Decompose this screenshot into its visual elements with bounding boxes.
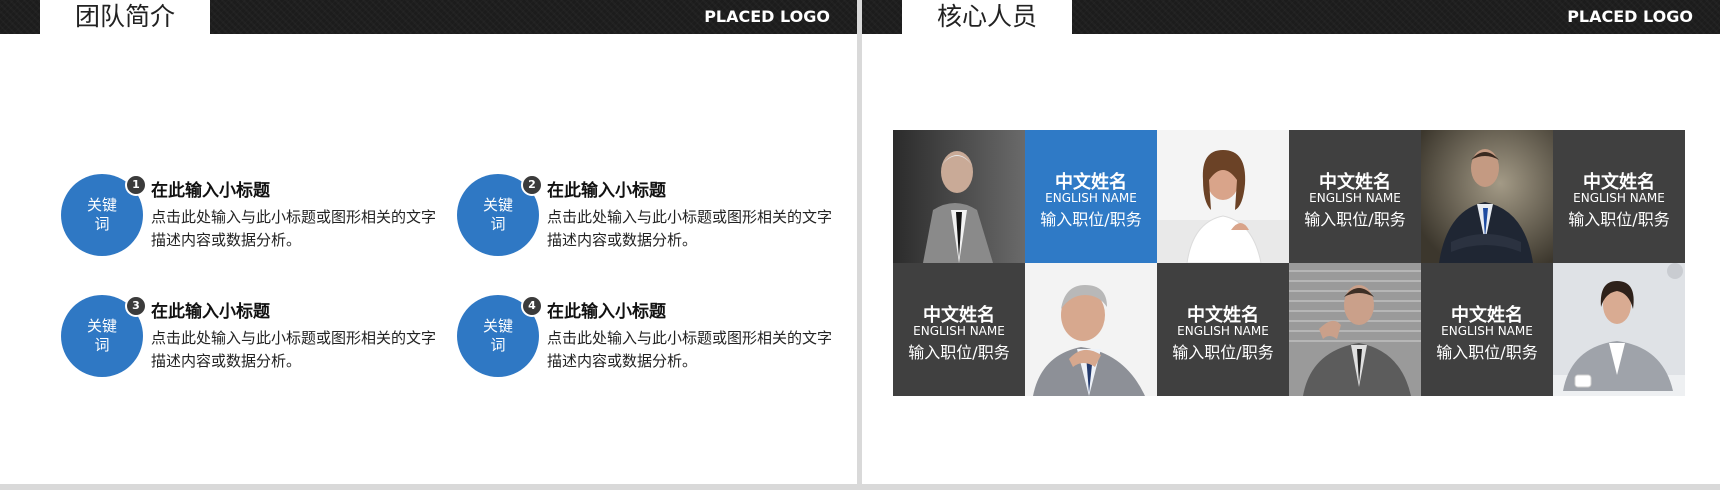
member-position: 输入职位/职务 — [1172, 343, 1274, 362]
placed-logo: PLACED LOGO — [1567, 7, 1693, 26]
item-description: 点击此处输入与此小标题或图形相关的文字描述内容或数据分析。 — [151, 329, 437, 370]
member-position: 输入职位/职务 — [1568, 210, 1670, 229]
slide-title: 核心人员 — [902, 0, 1072, 34]
member-card: 中文姓名 ENGLISH NAME 输入职位/职务 — [1553, 130, 1685, 263]
intro-item: 关键词 4 在此输入小标题 点击此处输入与此小标题或图形相关的文字描述内容或数据… — [457, 295, 837, 385]
item-title: 在此输入小标题 — [547, 181, 666, 201]
item-description: 点击此处输入与此小标题或图形相关的文字描述内容或数据分析。 — [547, 329, 833, 370]
member-position: 输入职位/职务 — [908, 343, 1010, 362]
number-badge: 2 — [521, 174, 543, 196]
member-position: 输入职位/职务 — [1304, 210, 1406, 229]
number-badge: 3 — [125, 295, 147, 317]
member-card: 中文姓名 ENGLISH NAME 输入职位/职务 — [1025, 130, 1157, 263]
core-members-slide: 核心人员 PLACED LOGO 中文姓名 ENGLISH NAME 输入职位/… — [862, 0, 1720, 484]
member-photo — [893, 130, 1025, 263]
member-name-en: ENGLISH NAME — [1177, 324, 1269, 338]
member-name-en: ENGLISH NAME — [1573, 191, 1665, 205]
slide-title: 团队简介 — [40, 0, 210, 34]
number-badge: 4 — [521, 295, 543, 317]
member-card: 中文姓名 ENGLISH NAME 输入职位/职务 — [1289, 130, 1421, 263]
member-photo — [1553, 263, 1685, 396]
item-description: 点击此处输入与此小标题或图形相关的文字描述内容或数据分析。 — [151, 208, 437, 249]
member-photo — [1289, 263, 1421, 396]
member-position: 输入职位/职务 — [1040, 210, 1142, 229]
member-card: 中文姓名 ENGLISH NAME 输入职位/职务 — [1157, 263, 1289, 396]
intro-item: 关键词 1 在此输入小标题 点击此处输入与此小标题或图形相关的文字描述内容或数据… — [61, 174, 441, 264]
member-card: 中文姓名 ENGLISH NAME 输入职位/职务 — [893, 263, 1025, 396]
item-title: 在此输入小标题 — [151, 181, 270, 201]
member-photo — [1421, 130, 1553, 263]
intro-item: 关键词 3 在此输入小标题 点击此处输入与此小标题或图形相关的文字描述内容或数据… — [61, 295, 441, 385]
placed-logo: PLACED LOGO — [704, 7, 830, 26]
number-badge: 1 — [125, 174, 147, 196]
member-photo — [1157, 130, 1289, 263]
member-name-en: ENGLISH NAME — [913, 324, 1005, 338]
member-name-en: ENGLISH NAME — [1441, 324, 1533, 338]
team-intro-slide: 团队简介 PLACED LOGO 关键词 1 在此输入小标题 点击此处输入与此小… — [0, 0, 857, 484]
item-title: 在此输入小标题 — [151, 302, 270, 322]
member-name-en: ENGLISH NAME — [1309, 191, 1401, 205]
member-card: 中文姓名 ENGLISH NAME 输入职位/职务 — [1421, 263, 1553, 396]
member-photo — [1025, 263, 1157, 396]
item-description: 点击此处输入与此小标题或图形相关的文字描述内容或数据分析。 — [547, 208, 833, 249]
member-grid: 中文姓名 ENGLISH NAME 输入职位/职务 中文姓名 ENGLISH N… — [893, 130, 1685, 396]
member-name-en: ENGLISH NAME — [1045, 191, 1137, 205]
member-position: 输入职位/职务 — [1436, 343, 1538, 362]
item-title: 在此输入小标题 — [547, 302, 666, 322]
intro-item: 关键词 2 在此输入小标题 点击此处输入与此小标题或图形相关的文字描述内容或数据… — [457, 174, 837, 264]
